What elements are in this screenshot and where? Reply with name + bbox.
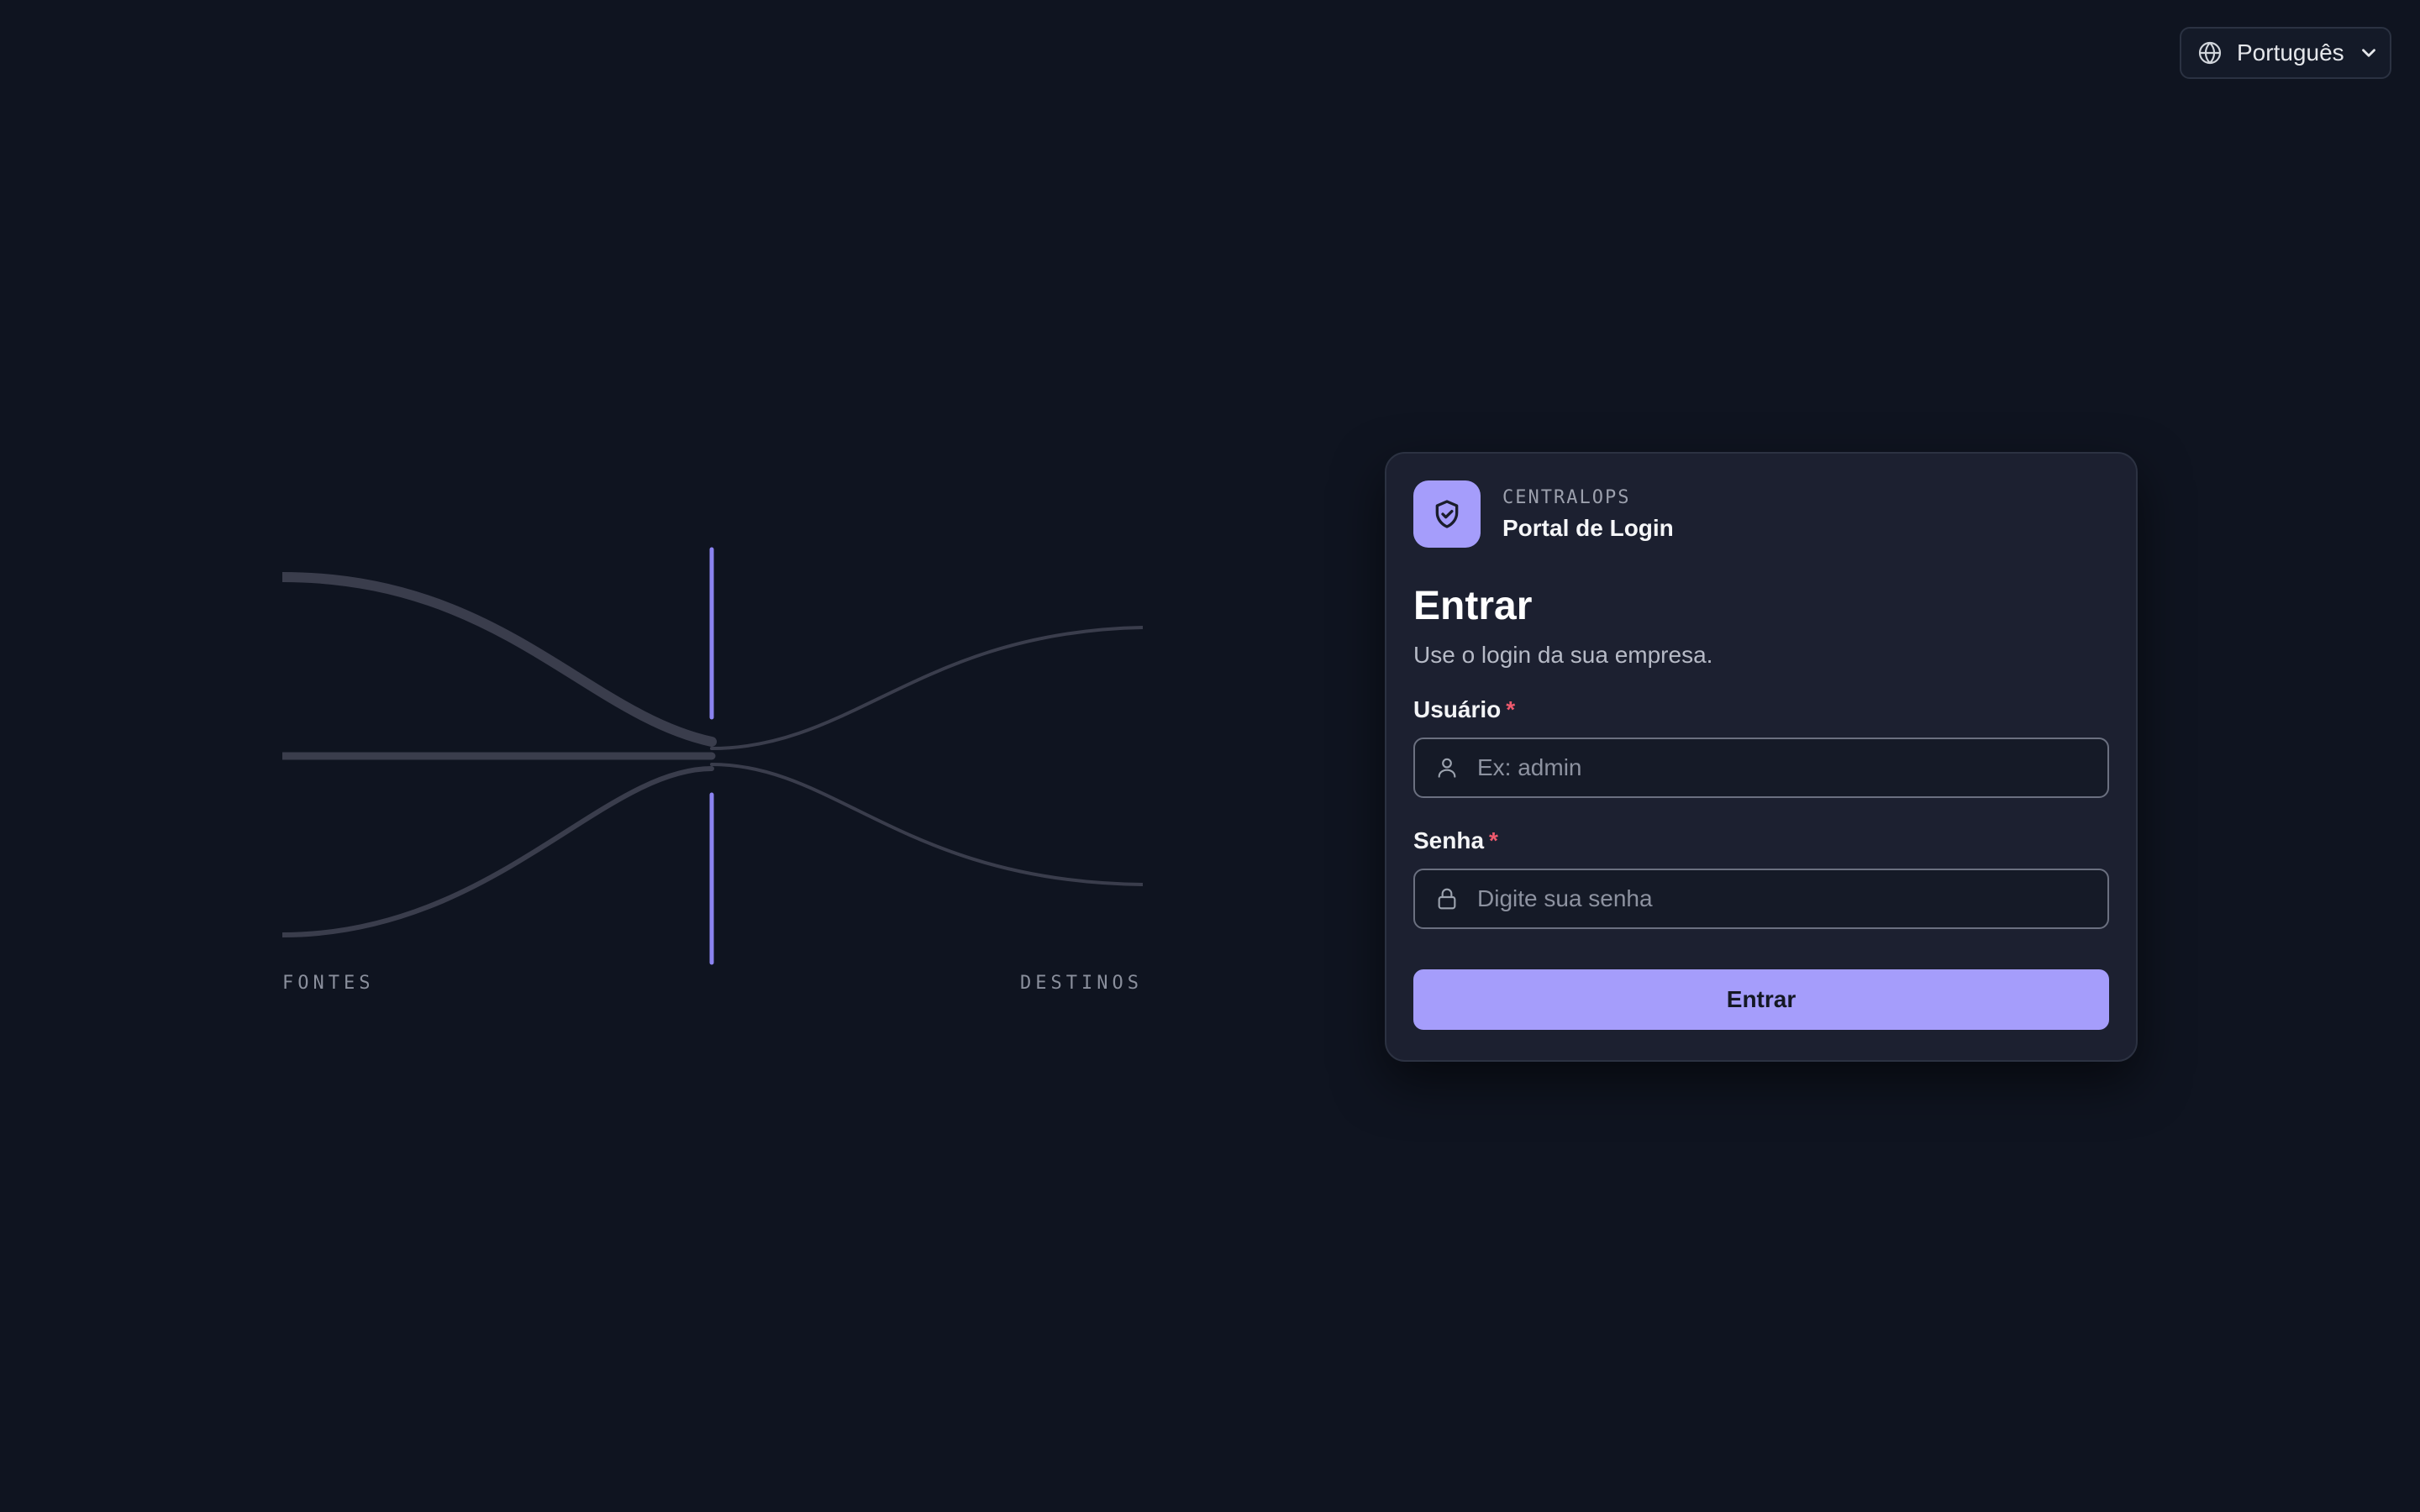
source-line-bottom [282, 766, 714, 937]
brand-text: CENTRALOPS Portal de Login [1502, 487, 1674, 542]
password-label-text: Senha [1413, 827, 1485, 853]
destinations-label: DESTINOS [1020, 973, 1143, 994]
shield-check-icon [1413, 480, 1481, 548]
page-subtitle: Use o login da sua empresa. [1413, 642, 1713, 668]
submit-button[interactable]: Entrar [1413, 969, 2109, 1030]
username-label: Usuário * [1413, 696, 2109, 724]
username-field[interactable] [1413, 738, 2109, 798]
source-line-top [282, 572, 717, 747]
page-title: Entrar [1413, 584, 1533, 628]
lock-icon [1434, 885, 1460, 912]
globe-icon [2196, 39, 2223, 66]
user-icon [1434, 754, 1460, 781]
language-label: Português [2237, 39, 2344, 66]
chevron-down-icon [2358, 42, 2380, 64]
password-input[interactable] [1477, 885, 2089, 912]
brand-name: CENTRALOPS [1502, 486, 1631, 508]
username-label-text: Usuário [1413, 696, 1502, 722]
required-marker: * [1489, 827, 1498, 853]
portal-title: Portal de Login [1502, 514, 1674, 541]
language-selector[interactable]: Português [2180, 27, 2391, 79]
password-label: Senha * [1413, 827, 2109, 855]
login-card: CENTRALOPS Portal de Login Entrar Use o … [1385, 452, 2138, 1062]
flow-illustration [282, 547, 1143, 965]
password-field[interactable] [1413, 869, 2109, 929]
destination-line-top [710, 626, 1143, 750]
destination-line-bottom [710, 763, 1143, 886]
required-marker: * [1506, 696, 1516, 722]
username-input[interactable] [1477, 754, 2089, 781]
sources-label: FONTES [282, 973, 375, 994]
brand-header: CENTRALOPS Portal de Login [1413, 480, 2109, 548]
